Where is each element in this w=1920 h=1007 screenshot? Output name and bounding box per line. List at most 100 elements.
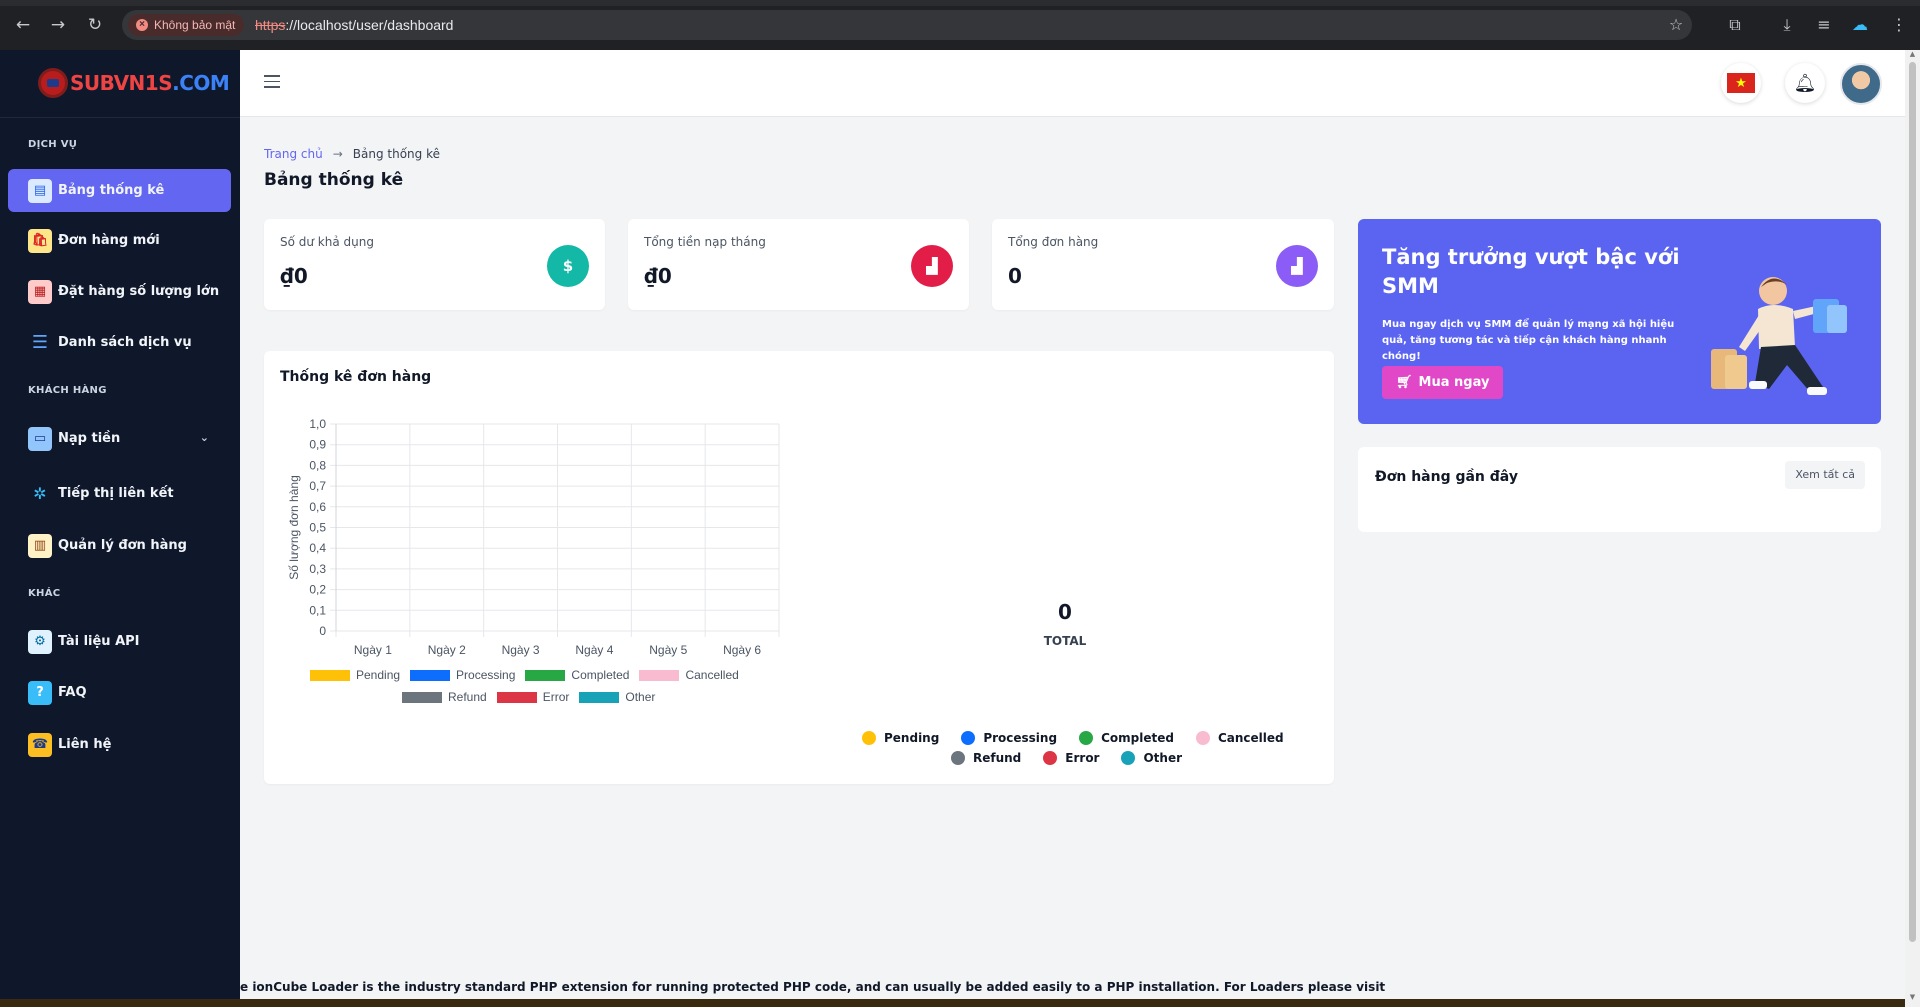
y-tick-label: 0,2 bbox=[309, 583, 326, 597]
back-icon[interactable]: ← bbox=[12, 14, 34, 36]
legend-swatch bbox=[1195, 731, 1210, 745]
stat-card-balance: Số dư khả dụng ₫0 $ bbox=[264, 219, 605, 310]
sidebar-item-label: Danh sách dịch vụ bbox=[58, 335, 192, 350]
legend-item[interactable]: Pending bbox=[310, 668, 400, 682]
contact-icon: ☎ bbox=[28, 732, 52, 757]
warning-icon: × bbox=[136, 19, 148, 31]
cart-icon: 🛒︎ bbox=[1396, 375, 1413, 390]
page-scrollbar[interactable]: ▲ ▼ bbox=[1905, 50, 1920, 1007]
sidebar-item-bulk-order[interactable]: ▦ Đặt hàng số lượng lớn bbox=[8, 270, 231, 313]
sidebar-item-affiliate[interactable]: ✲ Tiếp thị liên kết bbox=[8, 472, 231, 515]
faq-icon: ? bbox=[28, 680, 52, 705]
user-avatar[interactable] bbox=[1840, 63, 1882, 105]
x-tick-label: Ngày 1 bbox=[354, 643, 392, 657]
legend-swatch bbox=[310, 669, 350, 681]
stat-label: Tổng đơn hàng bbox=[1008, 235, 1099, 249]
legend-item[interactable]: Error bbox=[1043, 751, 1099, 765]
forward-icon[interactable]: → bbox=[47, 14, 69, 36]
shopping-bag-icon: 🛍 bbox=[28, 228, 52, 253]
wallet-icon: ▭ bbox=[28, 426, 52, 451]
legend-item[interactable]: Error bbox=[496, 690, 569, 704]
legend-label: Refund bbox=[973, 751, 1022, 765]
scroll-up-icon[interactable]: ▲ bbox=[1908, 50, 1917, 58]
breadcrumb-home-link[interactable]: Trang chủ bbox=[264, 147, 323, 161]
bar-chart: 0 0,1 0,2 0,3 0,4 0,5 0,6 0,7 0,8 0,9 1,0 Ngày 1 Ngà… bbox=[287, 417, 780, 657]
legend-label: Cancelled bbox=[685, 668, 739, 682]
sidebar-item-contact[interactable]: ☎ Liên hệ bbox=[8, 723, 231, 766]
x-tick-label: Ngày 4 bbox=[575, 643, 613, 657]
scroll-down-icon[interactable]: ▼ bbox=[1908, 993, 1917, 1001]
legend-item[interactable]: Cancelled bbox=[639, 668, 739, 682]
legend-label: Pending bbox=[884, 731, 940, 745]
legend-label: Completed bbox=[1101, 731, 1174, 745]
logo[interactable]: SUBVN1S.COM bbox=[38, 67, 230, 99]
promo-description: Mua ngay dịch vụ SMM để quản lý mạng xã … bbox=[1382, 319, 1675, 362]
sidebar-item-api-docs[interactable]: ⚙ Tài liệu API bbox=[8, 620, 231, 663]
shopping-person-illustration bbox=[1711, 277, 1847, 395]
y-tick-label: 0 bbox=[319, 624, 326, 638]
x-tick-label: Ngày 3 bbox=[502, 643, 540, 657]
legend-item[interactable]: Other bbox=[579, 690, 655, 704]
legend-item[interactable]: Other bbox=[1121, 751, 1182, 765]
legend-swatch bbox=[1121, 751, 1136, 765]
cloud-icon[interactable]: ☁ bbox=[1849, 14, 1871, 36]
legend-item[interactable]: Pending bbox=[862, 731, 939, 745]
breadcrumb: Trang chủ → Bảng thống kê bbox=[264, 147, 440, 161]
legend-item[interactable]: Refund bbox=[951, 751, 1021, 765]
url-text[interactable]: https://localhost/user/dashboard bbox=[255, 10, 453, 40]
promo-title: Tăng trưởng vượt bậc với SMM bbox=[1382, 245, 1680, 298]
legend-item[interactable]: Completed bbox=[525, 668, 629, 682]
buy-now-button[interactable]: 🛒︎ Mua ngay bbox=[1382, 366, 1504, 399]
notifications-button[interactable]: 🔔︎ bbox=[1785, 63, 1825, 103]
menu-kebab-icon[interactable]: ⋮ bbox=[1888, 14, 1910, 36]
view-all-button[interactable]: Xem tất cả bbox=[1785, 461, 1865, 489]
bar-chart-icon: ▟ bbox=[911, 245, 953, 287]
sidebar-item-label: Tiếp thị liên kết bbox=[58, 486, 174, 501]
extensions-icon[interactable]: ⧉ bbox=[1724, 14, 1746, 36]
sidebar-item-label: Quản lý đơn hàng bbox=[58, 538, 187, 553]
sidebar-item-label: Liên hệ bbox=[58, 737, 112, 752]
y-tick-label: 0,3 bbox=[309, 562, 326, 576]
legend-item[interactable]: Completed bbox=[1079, 731, 1174, 745]
sidebar-item-new-order[interactable]: 🛍 Đơn hàng mới bbox=[8, 219, 231, 262]
bulk-order-icon: ▦ bbox=[28, 279, 52, 304]
x-tick-label: Ngày 2 bbox=[428, 643, 466, 657]
donut-chart-legend: Pending Processing Completed Cancelled bbox=[862, 731, 1284, 745]
dollar-icon: $ bbox=[547, 245, 589, 287]
legend-label: Refund bbox=[448, 690, 487, 704]
sidebar-item-service-list[interactable]: ☰ Danh sách dịch vụ bbox=[8, 321, 231, 364]
security-indicator[interactable]: × Không bảo mật bbox=[128, 14, 245, 36]
hamburger-menu-icon[interactable] bbox=[264, 75, 280, 89]
legend-label: Other bbox=[1143, 751, 1183, 765]
y-tick-label: 0,6 bbox=[309, 500, 326, 514]
sidebar-item-deposit[interactable]: ▭ Nạp tiền ⌄ bbox=[8, 417, 231, 460]
sidebar-item-dashboard[interactable]: ▤ Bảng thống kê bbox=[8, 169, 231, 212]
sidebar-item-label: FAQ bbox=[58, 685, 87, 700]
legend-swatch bbox=[496, 691, 537, 703]
address-bar[interactable]: × Không bảo mật https://localhost/user/d… bbox=[122, 10, 1692, 40]
legend-item[interactable]: Refund bbox=[402, 690, 487, 704]
legend-item[interactable]: Cancelled bbox=[1195, 731, 1284, 745]
reload-icon[interactable]: ↻ bbox=[84, 14, 106, 36]
bookmark-star-icon[interactable]: ☆ bbox=[1665, 14, 1687, 36]
download-icon[interactable]: ⤓ bbox=[1776, 14, 1798, 36]
sidebar-item-faq[interactable]: ? FAQ bbox=[8, 671, 231, 714]
chart-title: Thống kê đơn hàng bbox=[280, 369, 432, 385]
sidebar-item-label: Đặt hàng số lượng lớn bbox=[58, 284, 220, 299]
legend-item[interactable]: Processing bbox=[410, 668, 515, 682]
y-tick-label: 0,5 bbox=[309, 521, 326, 535]
language-button[interactable]: ★ bbox=[1721, 63, 1761, 103]
stat-card-total-orders: Tổng đơn hàng 0 ▟ bbox=[992, 219, 1334, 310]
stat-value: 0 bbox=[1008, 264, 1022, 288]
stat-label: Số dư khả dụng bbox=[280, 235, 374, 249]
scrollbar-thumb[interactable] bbox=[1909, 62, 1916, 942]
legend-swatch bbox=[525, 669, 566, 681]
legend-swatch bbox=[410, 669, 451, 681]
legend-swatch bbox=[1079, 731, 1094, 745]
legend-item[interactable]: Processing bbox=[961, 731, 1057, 745]
stat-value: ₫0 bbox=[280, 264, 308, 288]
section-title-customers: KHÁCH HÀNG bbox=[28, 385, 107, 396]
media-icon[interactable]: ≡ bbox=[1813, 14, 1835, 36]
sidebar-item-order-management[interactable]: ▥ Quản lý đơn hàng bbox=[8, 524, 231, 567]
legend-label: Pending bbox=[356, 668, 401, 682]
